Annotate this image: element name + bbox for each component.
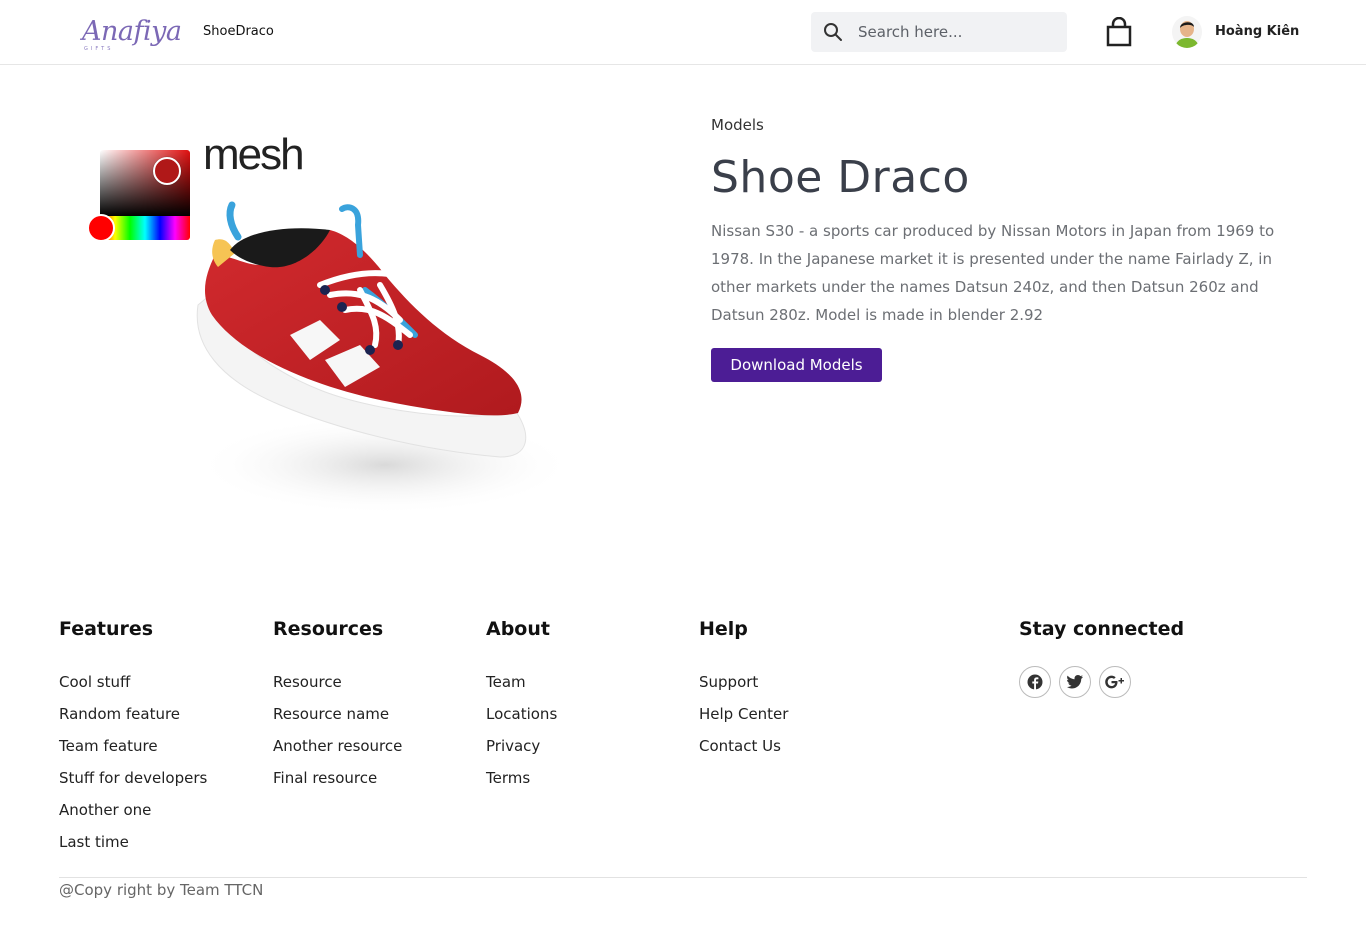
brand-logo[interactable]: Anafiya GIFTS (82, 10, 182, 56)
avatar[interactable] (1172, 16, 1202, 48)
footer-column-features: Features Cool stuff Random feature Team … (59, 618, 207, 858)
footer-column-help: Help Support Help Center Contact Us (699, 618, 788, 762)
footer-divider (59, 877, 1307, 878)
footer-link[interactable]: Another resource (273, 730, 402, 762)
footer-heading-help: Help (699, 618, 748, 640)
footer-link[interactable]: Contact Us (699, 730, 788, 762)
footer-link[interactable]: Cool stuff (59, 666, 207, 698)
footer-link[interactable]: Help Center (699, 698, 788, 730)
search-icon[interactable] (823, 22, 843, 42)
download-models-button[interactable]: Download Models (711, 348, 882, 382)
footer-link[interactable]: Team feature (59, 730, 207, 762)
footer-heading-resources: Resources (273, 618, 384, 640)
footer-column-resources: Resources Resource Resource name Another… (273, 618, 402, 794)
footer-link[interactable]: Privacy (486, 730, 557, 762)
page-title: Shoe Draco (711, 152, 970, 203)
search-bar (811, 12, 1067, 52)
footer-heading-social: Stay connected (1019, 618, 1185, 640)
logo-text: Anafiya (82, 16, 182, 47)
breadcrumb-shoedraco-link[interactable]: ShoeDraco (203, 24, 274, 39)
facebook-icon[interactable] (1019, 666, 1051, 698)
shopping-bag-icon[interactable] (1105, 17, 1133, 47)
footer-link[interactable]: Last time (59, 826, 207, 858)
footer-link[interactable]: Locations (486, 698, 557, 730)
product-description: Nissan S30 - a sports car produced by Ni… (711, 222, 1275, 324)
social-links (1019, 666, 1184, 698)
footer-column-social: Stay connected (1019, 618, 1184, 698)
footer-link[interactable]: Final resource (273, 762, 402, 794)
mesh-label: mesh (203, 130, 305, 179)
footer-link[interactable]: Support (699, 666, 788, 698)
top-navbar: Anafiya GIFTS ShoeDraco Hoàng Kiên (0, 0, 1366, 65)
shoe-3d-model[interactable] (170, 195, 570, 515)
footer-heading-about: About (486, 618, 550, 640)
search-input[interactable] (858, 12, 1058, 52)
footer-column-about: About Team Locations Privacy Terms (486, 618, 557, 794)
footer-link[interactable]: Terms (486, 762, 557, 794)
footer-link[interactable]: Resource (273, 666, 402, 698)
color-picker-handle[interactable] (153, 157, 181, 185)
twitter-icon[interactable] (1059, 666, 1091, 698)
hue-slider-handle[interactable] (87, 214, 115, 242)
copyright-text: @Copy right by Team TTCN (59, 881, 264, 899)
footer-link[interactable]: Team (486, 666, 557, 698)
footer-heading-features: Features (59, 618, 154, 640)
footer-link[interactable]: Random feature (59, 698, 207, 730)
google-plus-icon[interactable] (1099, 666, 1131, 698)
footer-link[interactable]: Stuff for developers (59, 762, 207, 794)
product-category: Models (711, 116, 764, 134)
user-name[interactable]: Hoàng Kiên (1215, 24, 1299, 39)
logo-subtext: GIFTS (84, 46, 114, 52)
footer-link[interactable]: Resource name (273, 698, 402, 730)
footer-link[interactable]: Another one (59, 794, 207, 826)
